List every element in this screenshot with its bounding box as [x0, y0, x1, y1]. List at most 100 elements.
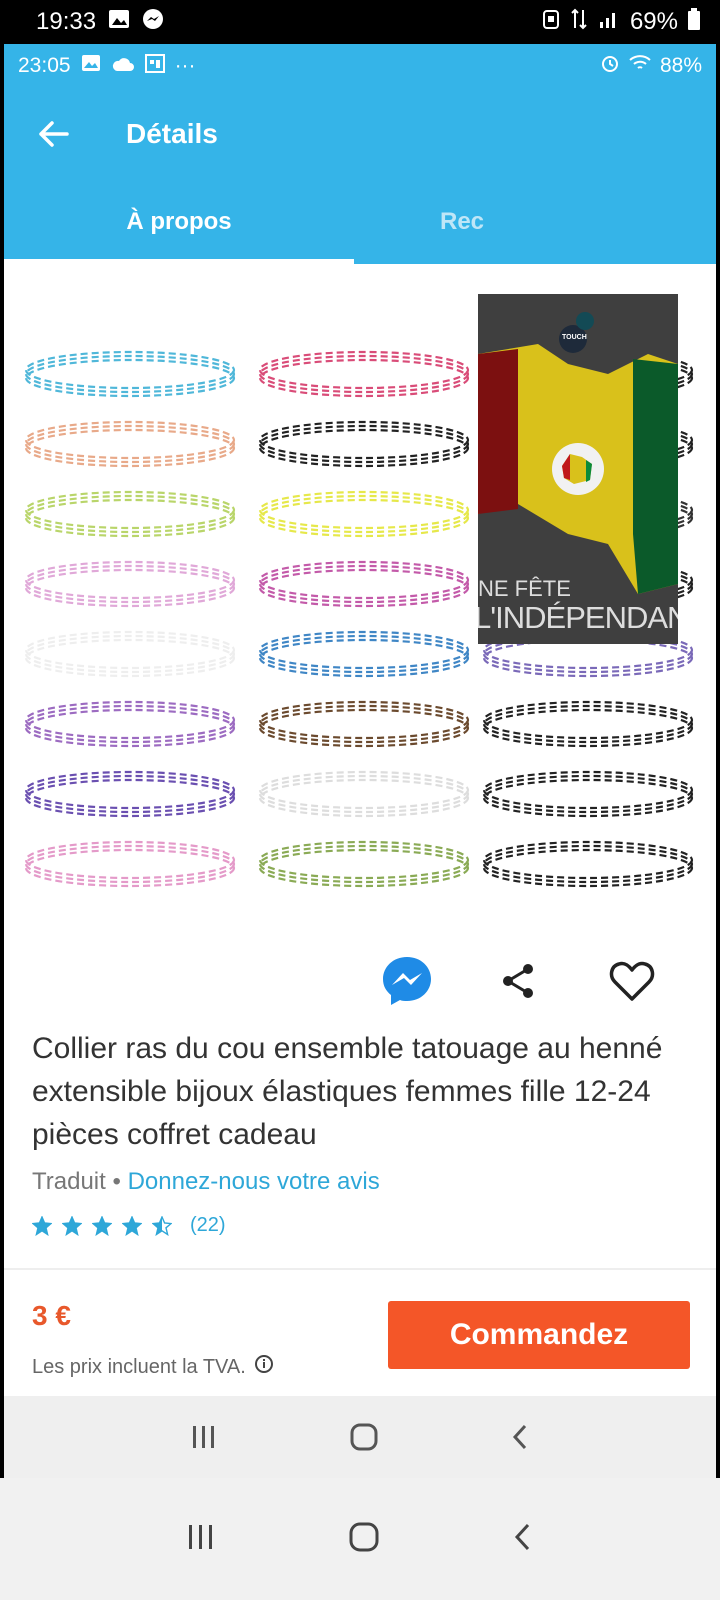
choker-necklace: [24, 638, 236, 678]
choker-necklace: [24, 634, 236, 674]
home-icon[interactable]: [349, 1422, 379, 1457]
tab-reviews[interactable]: Rec: [354, 180, 704, 264]
choker-necklace: [258, 560, 470, 600]
signal-icon: [598, 8, 620, 36]
outer-battery-percent: 69%: [629, 8, 678, 35]
rating-row[interactable]: (22): [32, 1214, 226, 1237]
choker-necklace: [258, 770, 470, 810]
inner-status-bar: 23:05 ··· 88%: [4, 44, 716, 88]
inner-status-time: 23:05: [18, 54, 71, 77]
choker-necklace: [258, 420, 470, 460]
choker-necklace: [258, 564, 470, 604]
tab-reviews-label: Rec: [440, 208, 485, 235]
inner-navigation-bar: [4, 1396, 716, 1482]
star-icon: [122, 1215, 142, 1236]
choker-necklace: [258, 704, 470, 744]
choker-necklace: [258, 428, 470, 468]
choker-necklace: [24, 560, 236, 600]
choker-necklace: [482, 848, 694, 888]
home-icon[interactable]: [348, 1521, 380, 1558]
info-icon[interactable]: [254, 1354, 274, 1380]
choker-necklace: [24, 354, 236, 394]
star-icon: [62, 1215, 82, 1236]
star-rating: [32, 1215, 172, 1236]
product-image[interactable]: TOUCH NE FÊTE L'INDÉPENDAN: [4, 264, 716, 924]
choker-necklace: [24, 350, 236, 390]
back-nav-icon[interactable]: [510, 1422, 530, 1457]
choker-necklace: [24, 840, 236, 880]
product-title: Collier ras du cou ensemble tatouage au …: [32, 1032, 663, 1151]
messenger-share-button[interactable]: [365, 939, 449, 1023]
more-notifications: ···: [174, 54, 196, 77]
choker-necklace: [258, 630, 470, 670]
page-title: Détails: [126, 118, 218, 149]
choker-necklace: [482, 704, 694, 744]
choker-necklace: [24, 490, 236, 530]
action-row: [4, 939, 716, 1029]
choker-necklace: [258, 774, 470, 814]
overlay-line-1: NE FÊTE: [478, 576, 571, 601]
translated-label: Traduit: [32, 1168, 106, 1195]
feedback-link[interactable]: Donnez-nous votre avis: [128, 1168, 380, 1195]
choker-necklace: [24, 844, 236, 884]
choker-necklace: [258, 494, 470, 534]
vat-note-row: Les prix incluent la TVA.: [32, 1354, 274, 1380]
share-icon: [503, 964, 533, 998]
messenger-icon: [142, 8, 164, 37]
choker-necklace: [482, 638, 694, 678]
cloud-icon: [111, 54, 135, 78]
star-icon: [32, 1215, 52, 1236]
translation-line: Traduit • Donnez-nous votre avis: [32, 1168, 380, 1196]
choker-necklace: [258, 424, 470, 464]
recent-apps-icon[interactable]: [190, 1424, 218, 1455]
choker-necklace: [258, 354, 470, 394]
favorite-button[interactable]: [590, 939, 674, 1023]
overlay-logo-text: TOUCH: [562, 334, 587, 341]
choker-necklace: [258, 498, 470, 538]
choker-necklace: [258, 358, 470, 398]
choker-necklace: [24, 848, 236, 888]
recent-apps-icon[interactable]: [186, 1523, 216, 1556]
divider: [4, 1268, 716, 1270]
choker-necklace: [258, 350, 470, 390]
outer-status-time: 19:33: [36, 8, 97, 35]
star-icon: [152, 1215, 172, 1236]
choker-necklace: [482, 778, 694, 818]
messenger-icon: [383, 957, 431, 1005]
choker-necklace: [258, 634, 470, 674]
back-button[interactable]: [4, 88, 104, 180]
back-nav-icon[interactable]: [512, 1521, 534, 1558]
choker-necklace: [258, 638, 470, 678]
choker-necklace: [24, 778, 236, 818]
choker-necklace: [24, 358, 236, 398]
choker-necklace: [24, 708, 236, 748]
choker-necklace: [24, 700, 236, 740]
alarm-icon: [600, 53, 620, 79]
video-overlay[interactable]: TOUCH NE FÊTE L'INDÉPENDAN: [478, 294, 678, 644]
price: 3 €: [32, 1300, 71, 1331]
data-arrows-icon: [570, 8, 588, 37]
inner-battery-percent: 88%: [659, 54, 702, 77]
app-bar: Détails: [4, 88, 716, 180]
app-screen: 23:05 ··· 88% Détails À propos Rec TOUCH…: [4, 44, 716, 1498]
star-icon: [92, 1215, 112, 1236]
wifi-icon: [628, 54, 652, 78]
alarm-icon: [542, 8, 560, 37]
choker-necklace: [24, 770, 236, 810]
choker-necklace: [258, 844, 470, 884]
choker-necklace: [258, 848, 470, 888]
overlay-line-2: L'INDÉPENDAN: [478, 600, 678, 635]
choker-necklace: [24, 774, 236, 814]
share-button[interactable]: [476, 939, 560, 1023]
vat-note: Les prix incluent la TVA.: [32, 1355, 246, 1378]
choker-necklace: [24, 420, 236, 460]
choker-necklace: [24, 704, 236, 744]
gallery-icon: [108, 8, 130, 36]
choker-necklace: [24, 564, 236, 604]
order-button[interactable]: Commandez: [388, 1301, 690, 1369]
calendar-icon: [144, 53, 165, 79]
choker-necklace: [482, 708, 694, 748]
choker-necklace: [24, 498, 236, 538]
choker-necklace: [24, 630, 236, 670]
tab-about[interactable]: À propos: [4, 180, 354, 264]
